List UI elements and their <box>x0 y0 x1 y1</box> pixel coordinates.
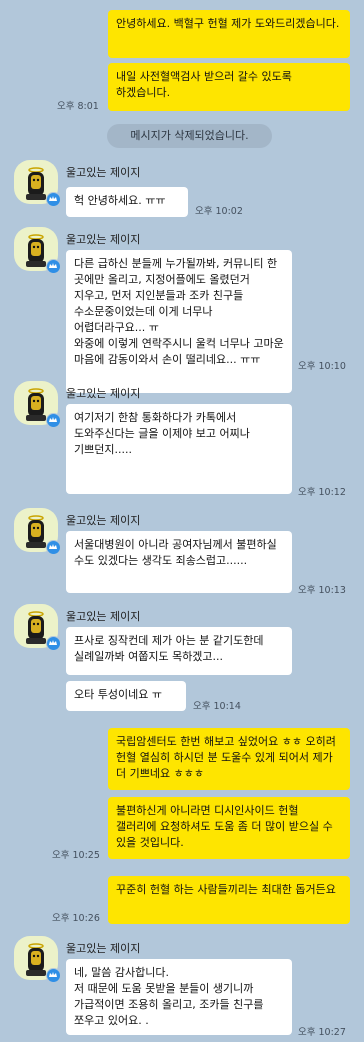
sent-message[interactable]: 국립암센터도 한번 해보고 싶었어요 ㅎㅎ 오히려 헌혈 열심히 하시던 분 도… <box>108 728 350 790</box>
sent-message[interactable]: 안녕하세요. 백혈구 헌혈 제가 도와드리겠습니다. <box>108 10 350 58</box>
message-time: 오후 10:27 <box>298 1027 346 1038</box>
crown-icon <box>46 636 61 651</box>
sender-avatar[interactable] <box>14 381 61 428</box>
message-time: 오후 10:26 <box>52 913 100 924</box>
received-message[interactable]: 다른 급하신 분들께 누가될까봐, 커뮤니티 한 곳에만 올리고, 지정어플에도… <box>66 250 292 393</box>
deleted-message-notice: 메시지가 삭제되었습니다. <box>107 124 272 148</box>
message-time: 오후 10:13 <box>298 585 346 596</box>
sender-avatar[interactable] <box>14 508 61 555</box>
message-time: 오후 10:10 <box>298 361 346 372</box>
sender-name: 울고있는 제이지 <box>66 233 141 246</box>
sent-message[interactable]: 내일 사전혈액검사 받으러 갈수 있도록 하겠습니다. <box>108 63 350 111</box>
received-message[interactable]: 서울대병원이 아니라 공여자님께서 불편하실 수도 있겠다는 생각도 죄송스럽고… <box>66 531 292 593</box>
sender-avatar[interactable] <box>14 604 61 651</box>
sent-message[interactable]: 불편하신게 아니라면 디시인사이드 헌혈 갤러리에 요청하셔도 도움 좀 더 많… <box>108 797 350 859</box>
sender-avatar[interactable] <box>14 160 61 207</box>
message-time: 오후 10:25 <box>52 850 100 861</box>
crown-icon <box>46 259 61 274</box>
message-time: 오후 10:12 <box>298 487 346 498</box>
message-time: 오후 10:14 <box>193 701 241 712</box>
sent-message[interactable]: 꾸준히 헌혈 하는 사람들끼리는 최대한 돕거든요 <box>108 876 350 924</box>
sender-name: 울고있는 제이지 <box>66 610 141 623</box>
message-time: 오후 8:01 <box>57 101 99 112</box>
sender-avatar[interactable] <box>14 936 61 983</box>
received-message[interactable]: 네, 말씀 감사합니다. 저 때문에 도움 못받을 분들이 생기니까 가급적이면… <box>66 959 292 1035</box>
crown-icon <box>46 540 61 555</box>
crown-icon <box>46 968 61 983</box>
sender-name: 울고있는 제이지 <box>66 514 141 527</box>
received-message[interactable]: 여기저기 한참 통화하다가 카톡에서 도와주신다는 글을 이제야 보고 어찌나 … <box>66 404 292 494</box>
sender-avatar[interactable] <box>14 227 61 274</box>
message-time: 오후 10:02 <box>195 206 243 217</box>
sender-name: 울고있는 제이지 <box>66 942 141 955</box>
sender-name: 울고있는 제이지 <box>66 387 141 400</box>
crown-icon <box>46 413 61 428</box>
received-message[interactable]: 오타 투성이네요 ㅠ <box>66 681 186 711</box>
crown-icon <box>46 192 61 207</box>
sender-name: 울고있는 제이지 <box>66 166 141 179</box>
received-message[interactable]: 헉 안녕하세요. ㅠㅠ <box>66 187 188 217</box>
received-message[interactable]: 프사로 징작컨데 제가 아는 분 같기도한데 실례일까봐 여쭙지도 목하겠고..… <box>66 627 292 675</box>
